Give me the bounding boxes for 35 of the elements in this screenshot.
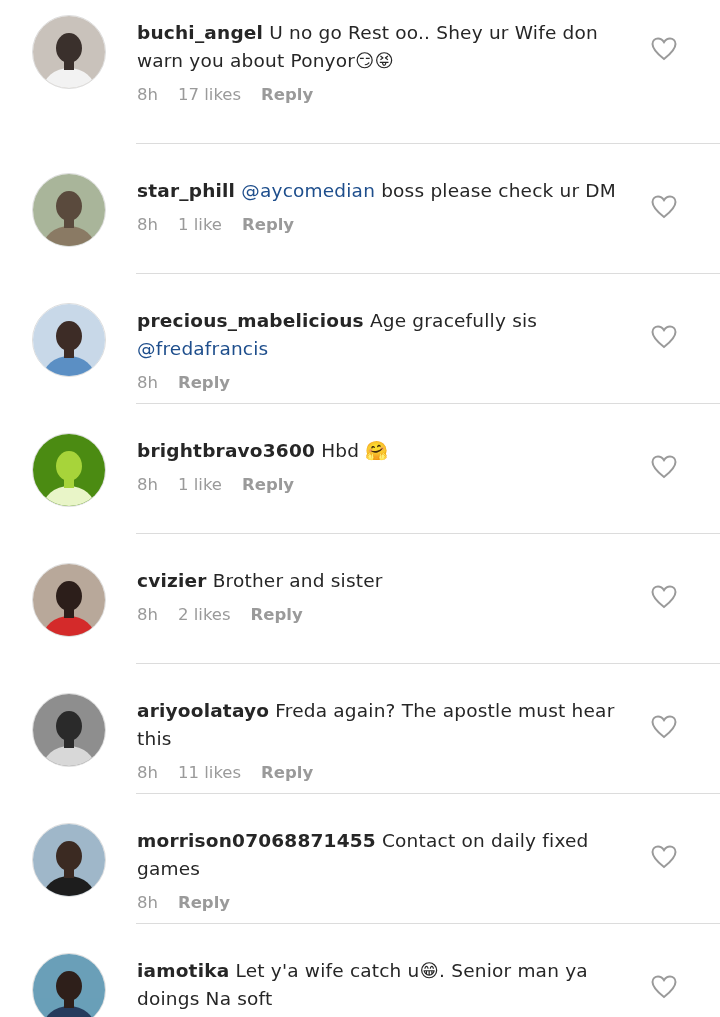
comment-text: star_phill @aycomedian boss please check ur DM: [137, 179, 617, 203]
heart-icon[interactable]: [651, 585, 677, 609]
comment-text: ariyoolatayo Freda again? The apostle must hear this: [137, 699, 616, 751]
reply-link[interactable]: Reply: [250, 605, 303, 624]
heart-icon[interactable]: [651, 325, 677, 349]
comment-text: buchi_angel U no go Rest oo.. Shey ur Wife don warn you about Ponyor😏😝: [137, 21, 599, 73]
timestamp: 8h: [137, 85, 158, 104]
comment-text: iamotika Let y'a wife catch u😁. Senior man ya doings Na soft: [137, 959, 589, 1011]
timestamp: 8h: [137, 215, 158, 234]
timestamp: 8h: [137, 373, 158, 392]
heart-icon[interactable]: [651, 975, 677, 999]
comment-text: precious_mabelicious Age gracefully sis @fredafrancis: [137, 309, 539, 361]
reply-link[interactable]: Reply: [177, 893, 231, 912]
heart-icon[interactable]: [651, 37, 677, 61]
heart-icon[interactable]: [651, 195, 677, 219]
like-count[interactable]: 11 likes: [177, 763, 242, 782]
comment-text: morrison07068871455 Contact on daily fixed games: [137, 829, 590, 881]
like-count[interactable]: 17 likes: [177, 85, 242, 104]
reply-link[interactable]: Reply: [177, 373, 231, 392]
timestamp: 8h: [137, 475, 158, 494]
timestamp: 8h: [137, 893, 158, 912]
heart-icon[interactable]: [651, 715, 677, 739]
reply-link[interactable]: Reply: [242, 215, 295, 234]
timestamp: 8h: [137, 605, 158, 624]
like-count[interactable]: 1 like: [177, 215, 222, 234]
reply-link[interactable]: Reply: [261, 85, 314, 104]
heart-icon[interactable]: [651, 845, 677, 869]
comment-text: cvizier Brother and sister: [137, 569, 384, 593]
like-count[interactable]: 1 like: [177, 475, 222, 494]
timestamp: 8h: [137, 763, 158, 782]
heart-icon[interactable]: [651, 455, 677, 479]
like-count[interactable]: 2 likes: [177, 605, 231, 624]
reply-link[interactable]: Reply: [242, 475, 295, 494]
comment-text: brightbravo3600 Hbd 🤗: [137, 439, 390, 463]
reply-link[interactable]: Reply: [261, 763, 314, 782]
